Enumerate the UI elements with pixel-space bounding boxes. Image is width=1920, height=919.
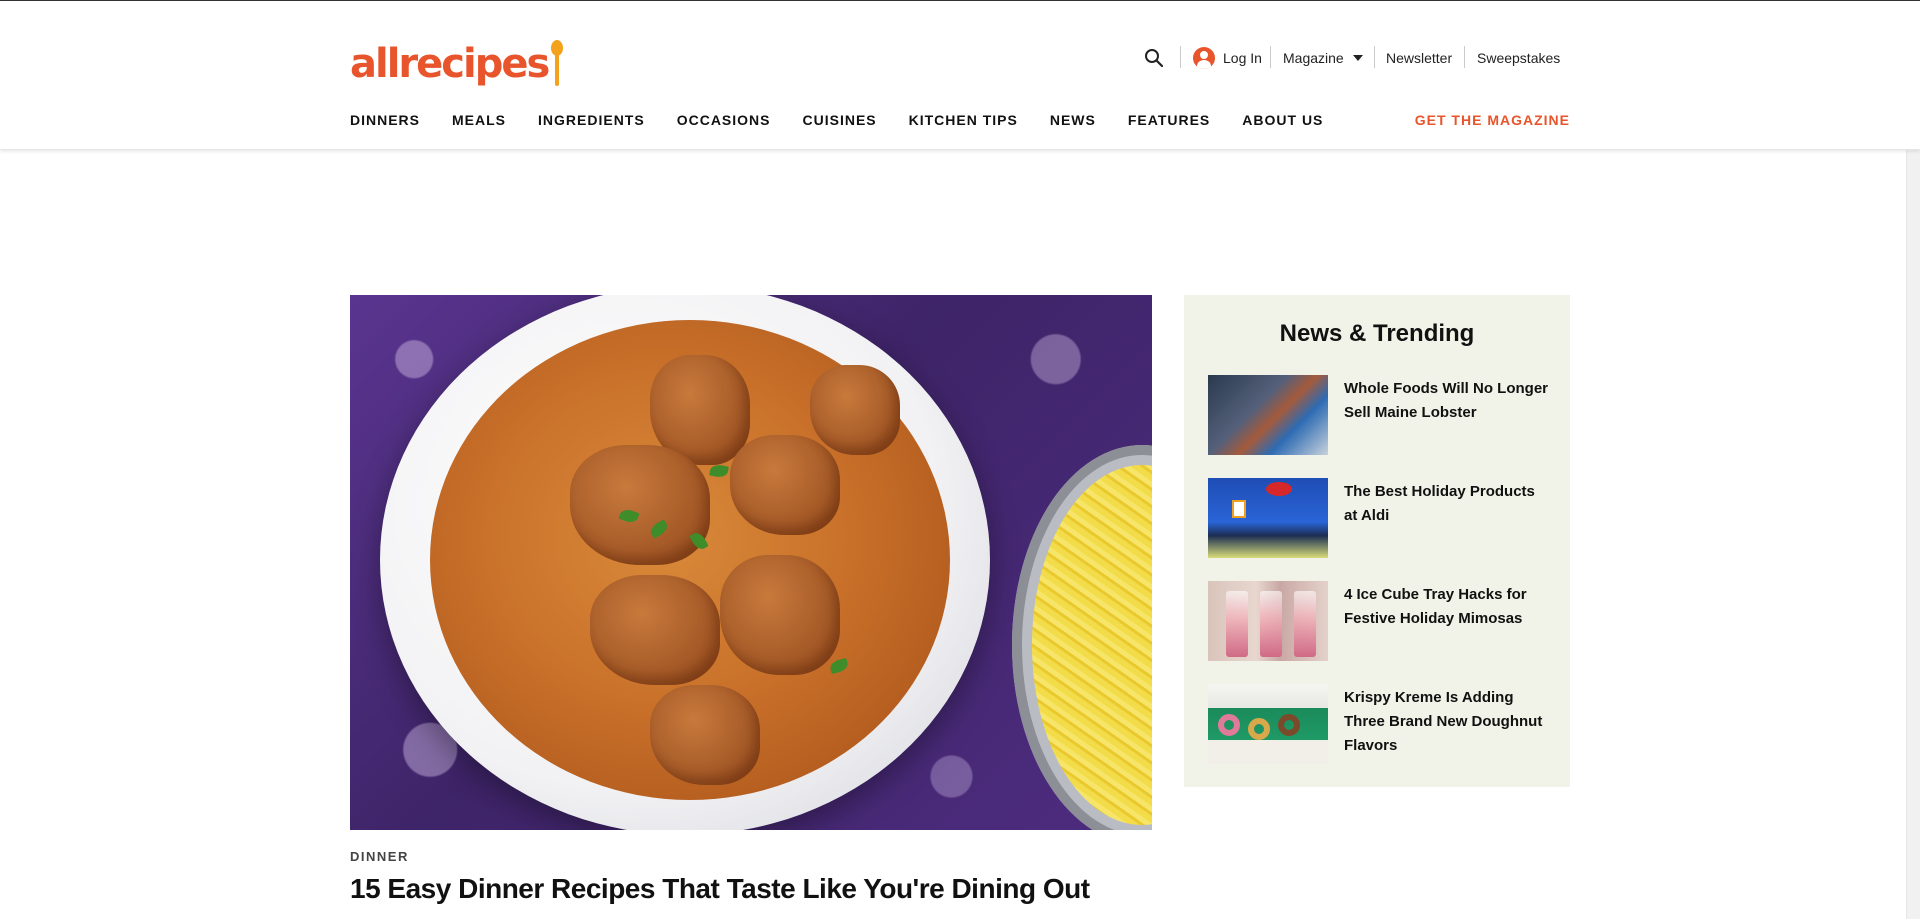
login-link[interactable]: Log In [1193,46,1262,70]
news-trending-panel: News & Trending Whole Foods Will No Long… [1184,295,1570,787]
nav-item-meals[interactable]: MEALS [452,112,506,128]
utility-divider [1270,46,1271,68]
logo-wordmark: allrecipes [350,41,550,87]
utility-divider [1374,46,1375,68]
trending-item[interactable]: Whole Foods Will No Longer Sell Maine Lo… [1208,375,1548,455]
meat-chunk [730,435,840,535]
trending-item-title: Whole Foods Will No Longer Sell Maine Lo… [1344,380,1549,421]
meat-chunk [650,685,760,785]
trending-thumbnail [1208,684,1328,764]
trending-item[interactable]: Krispy Kreme Is Adding Three Brand New D… [1208,684,1548,764]
meat-chunk [810,365,900,455]
nav-item-cuisines[interactable]: CUISINES [803,112,877,128]
magazine-dropdown[interactable]: Magazine [1283,46,1363,70]
nav-item-ingredients[interactable]: INGREDIENTS [538,112,645,128]
trending-item-title: The Best Holiday Products at Aldi [1344,483,1535,524]
nav-item-kitchen-tips[interactable]: KITCHEN TIPS [909,112,1018,128]
main-nav: DINNERS MEALS INGREDIENTS OCCASIONS CUIS… [350,112,1355,128]
newsletter-link[interactable]: Newsletter [1386,46,1452,70]
nav-item-occasions[interactable]: OCCASIONS [677,112,771,128]
account-icon [1193,47,1215,69]
nav-item-news[interactable]: NEWS [1050,112,1096,128]
hero-category[interactable]: DINNER [350,849,409,864]
sweepstakes-label: Sweepstakes [1477,50,1561,66]
nav-item-features[interactable]: FEATURES [1128,112,1210,128]
utility-divider [1180,46,1181,68]
nav-item-dinners[interactable]: DINNERS [350,112,420,128]
magazine-label: Magazine [1283,50,1344,66]
utility-divider [1464,46,1465,68]
meat-chunk [720,555,840,675]
hero-image[interactable] [350,295,1152,830]
trending-thumbnail [1208,375,1328,455]
chevron-down-icon [1352,55,1363,61]
login-label: Log In [1223,50,1262,66]
hero-title[interactable]: 15 Easy Dinner Recipes That Taste Like Y… [350,873,1090,905]
get-the-magazine-link[interactable]: GET THE MAGAZINE [1415,112,1570,128]
trending-item-title: Krispy Kreme Is Adding Three Brand New D… [1344,689,1543,754]
trending-item[interactable]: 4 Ice Cube Tray Hacks for Festive Holida… [1208,581,1548,661]
trending-thumbnail [1208,478,1328,558]
meat-chunk [570,445,710,565]
allrecipes-logo[interactable]: allrecipes [350,34,564,87]
trending-item[interactable]: The Best Holiday Products at Aldi [1208,478,1548,558]
sweepstakes-link[interactable]: Sweepstakes [1477,46,1560,70]
trending-item-title: 4 Ice Cube Tray Hacks for Festive Holida… [1344,586,1527,627]
site-header: allrecipes Log In Magazine Newsletter Sw… [0,1,1920,150]
trending-thumbnail [1208,581,1328,661]
newsletter-label: Newsletter [1386,50,1453,66]
search-icon [1145,49,1164,68]
meat-chunk [590,575,720,685]
search-button[interactable] [1144,46,1166,70]
nav-item-about-us[interactable]: ABOUT US [1242,112,1323,128]
spoon-icon [550,40,564,86]
news-trending-title: News & Trending [1279,320,1475,347]
